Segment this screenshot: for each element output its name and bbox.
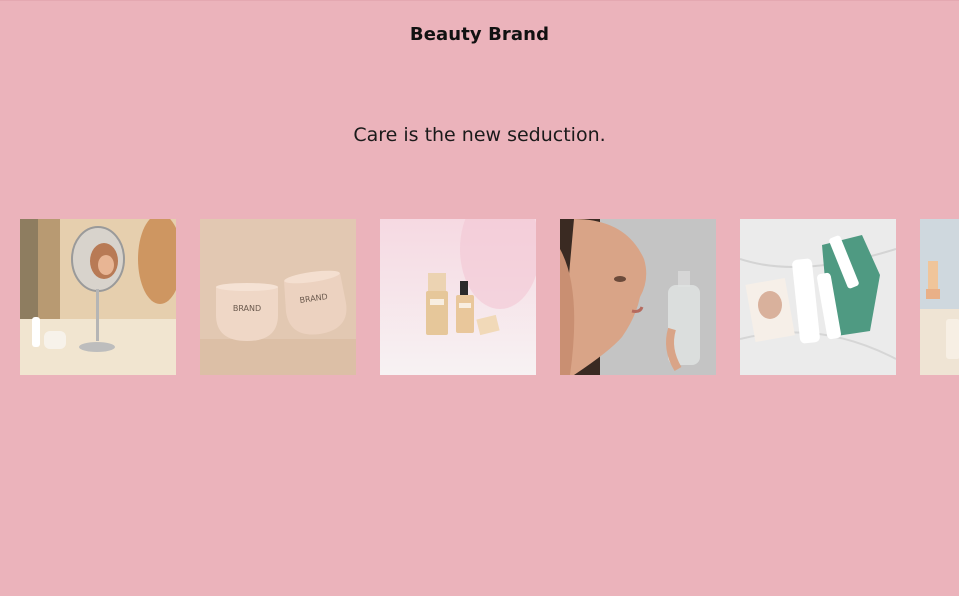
brand-cream-jars-photo[interactable]: BRAND BRAND [200, 219, 356, 375]
brand-title[interactable]: Beauty Brand [0, 24, 959, 45]
image-gallery: BRAND BRAND [0, 219, 959, 376]
product-display-photo[interactable] [920, 219, 959, 375]
foundation-bottles-photo[interactable] [380, 219, 536, 375]
jar-label-text: BRAND [233, 304, 261, 313]
woman-with-mirror-photo[interactable] [20, 219, 176, 375]
top-border [0, 0, 959, 1]
tagline: Care is the new seduction. [353, 124, 606, 146]
woman-skincare-face-photo[interactable] [560, 219, 716, 375]
skincare-products-flatlay-photo[interactable] [740, 219, 896, 375]
